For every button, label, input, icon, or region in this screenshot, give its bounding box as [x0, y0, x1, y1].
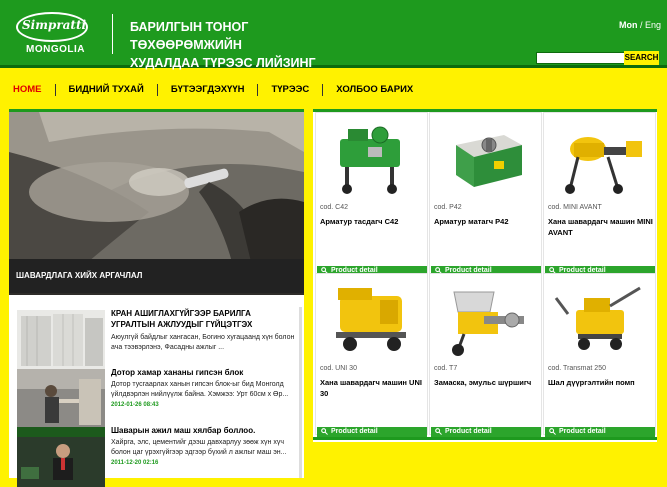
product-detail-button[interactable]: Product detail	[431, 427, 541, 437]
product-detail-label: Product detail	[331, 428, 378, 435]
search-icon	[549, 428, 556, 435]
news-excerpt-text: Хайрга, элс, цементийг дээш давхарлуу зө…	[111, 439, 287, 456]
logo-sub: MONGOLIA	[26, 44, 85, 55]
news-title[interactable]: Шаварын ажил маш хялбар боллоо.	[111, 425, 297, 436]
news-item[interactable]: Дотор хамар хананы гипсэн блок Дотор тус…	[17, 367, 299, 429]
nav-rental[interactable]: ТҮРЭЭС	[258, 84, 324, 96]
simpratti-logo[interactable]: Simpratti MONGOLIA	[14, 12, 106, 56]
product-card[interactable]: cod. UNI 30 Хана шавардагч машин UNI 30 …	[315, 273, 428, 437]
tagline-line-1: БАРИЛГЫН ТОНОГ ТӨХӨӨРӨМЖИЙН	[130, 20, 249, 52]
site-tagline: БАРИЛГЫН ТОНОГ ТӨХӨӨРӨМЖИЙН ХУДАЛДАА ТҮР…	[130, 18, 360, 72]
site-header: Simpratti MONGOLIA БАРИЛГЫН ТОНОГ ТӨХӨӨР…	[0, 0, 667, 70]
product-code: cod. Transmat 250	[548, 365, 606, 372]
main-nav: HOME БИДНИЙ ТУХАЙ БҮТЭЭГДЭХҮҮН ТҮРЭЭС ХО…	[0, 82, 426, 98]
product-card[interactable]: cod. MINI AVANT Хана шавардагч машин MIN…	[543, 112, 656, 276]
mini-avant-image[interactable]	[548, 117, 653, 199]
product-name[interactable]: Хана шавардагч машин UNI 30	[320, 377, 426, 399]
news-scrollbar[interactable]	[299, 307, 302, 478]
lang-eng-link[interactable]: Eng	[645, 20, 661, 30]
search-icon	[435, 428, 442, 435]
news-title[interactable]: КРАН АШИГЛАХГҮЙГЭЭР БАРИЛГА УГРАЛТЫН АЖЛ…	[111, 308, 297, 330]
nav-contact[interactable]: ХОЛБОО БАРИХ	[323, 84, 426, 96]
language-switch: Mon / Eng	[619, 20, 661, 30]
news-excerpt-text: Дотор тусгаарлах ханын гипсэн блок-ыг би…	[111, 381, 289, 398]
news-date: 2011-12-20 02:16	[111, 460, 159, 466]
product-name[interactable]: Шал дүүргэлтийн помп	[548, 377, 654, 388]
product-detail-button[interactable]: Product detail	[317, 427, 427, 437]
logo-brand: Simpratti	[22, 18, 87, 32]
tagline-line-2: ХУДАЛДАА ТҮРЭЭС ЛИЙЗИНГ	[130, 56, 316, 70]
product-card[interactable]: cod. P42 Арматур матагч P42 Product deta…	[429, 112, 542, 276]
header-divider	[112, 14, 113, 54]
tv-presentation-image	[17, 427, 105, 487]
uni-30-image[interactable]	[320, 278, 425, 360]
nav-products[interactable]: БҮТЭЭГДЭХҮҮН	[158, 84, 259, 96]
product-code: cod. MINI AVANT	[548, 204, 602, 211]
product-code: cod. UNI 30	[320, 365, 357, 372]
product-card[interactable]: cod. C42 Арматур тасдагч C42 Product det…	[315, 112, 428, 276]
news-item[interactable]: Шаварын ажил маш хялбар боллоо. Хайрга, …	[17, 425, 299, 487]
search-icon	[321, 428, 328, 435]
transmat-250-image[interactable]	[548, 278, 653, 360]
hero-caption-bar: ШАВАРДЛАГА ХИЙХ АРГАЧЛАЛ	[9, 259, 304, 293]
rebar-cutter-image[interactable]	[320, 117, 425, 199]
lang-mon-link[interactable]: Mon	[619, 20, 638, 30]
news-excerpt: Дотор тусгаарлах ханын гипсэн блок-ыг би…	[111, 380, 297, 410]
news-thumbnail[interactable]	[17, 369, 105, 429]
product-code: cod. T7	[434, 365, 458, 372]
news-thumbnail[interactable]	[17, 310, 105, 370]
news-excerpt: Хайрга, элс, цементийг дээш давхарлуу зө…	[111, 438, 297, 468]
nav-home[interactable]: HOME	[0, 84, 56, 96]
nav-about[interactable]: БИДНИЙ ТУХАЙ	[56, 84, 158, 96]
grid-bottom-bar	[313, 437, 657, 440]
product-card[interactable]: cod. Transmat 250 Шал дүүргэлтийн помп P…	[543, 273, 656, 437]
hero-caption[interactable]: ШАВАРДЛАГА ХИЙХ АРГАЧЛАЛ	[16, 271, 142, 280]
product-name[interactable]: Арматур тасдагч C42	[320, 216, 426, 227]
news-excerpt: Аюулгүй байдлыг хангасан, Богино хугацаа…	[111, 334, 295, 351]
search-button[interactable]: SEARCH	[624, 51, 659, 65]
t7-sprayer-image[interactable]	[434, 278, 539, 360]
product-detail-label: Product detail	[559, 428, 606, 435]
product-detail-label: Product detail	[445, 428, 492, 435]
left-column: ШАВАРДЛАГА ХИЙХ АРГАЧЛАЛ КРАН АШИГЛАХГҮЙ…	[9, 109, 304, 487]
product-code: cod. C42	[320, 204, 349, 211]
product-code: cod. P42	[434, 204, 462, 211]
product-card[interactable]: cod. T7 Замаска, эмульс шүршигч Product …	[429, 273, 542, 437]
product-name[interactable]: Хана шавардагч машин MINI AVANT	[548, 216, 654, 238]
worker-plastering-image	[17, 369, 105, 429]
news-date: 2012-01-26 08:43	[111, 402, 159, 408]
rebar-bender-image[interactable]	[434, 117, 539, 199]
product-grid: cod. C42 Арматур тасдагч C42 Product det…	[313, 109, 657, 442]
product-detail-button[interactable]: Product detail	[545, 427, 655, 437]
lang-separator: /	[637, 20, 646, 30]
building-blocks-image	[17, 310, 105, 370]
news-thumbnail[interactable]	[17, 427, 105, 487]
news-item[interactable]: КРАН АШИГЛАХГҮЙГЭЭР БАРИЛГА УГРАЛТЫН АЖЛ…	[17, 308, 299, 370]
product-name[interactable]: Замаска, эмульс шүршигч	[434, 377, 540, 388]
product-name[interactable]: Арматур матагч P42	[434, 216, 540, 227]
news-title[interactable]: Дотор хамар хананы гипсэн блок	[111, 367, 297, 378]
